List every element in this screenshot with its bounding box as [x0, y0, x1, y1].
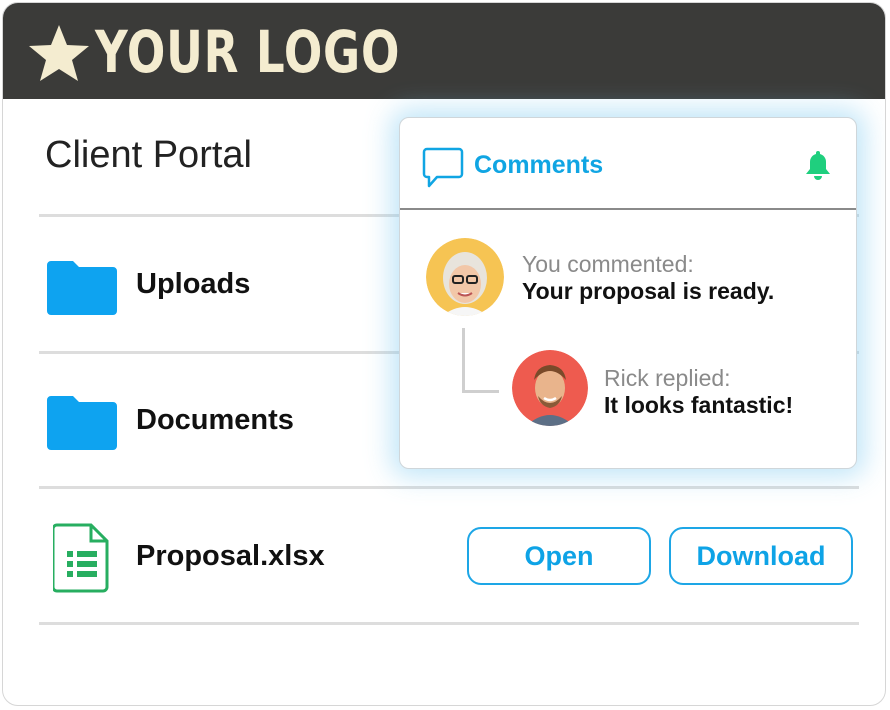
star-logo-icon — [29, 25, 89, 81]
man-avatar — [512, 350, 588, 426]
header-bar: YOUR LOGO — [3, 3, 885, 99]
folder-label-uploads[interactable]: Uploads — [136, 266, 250, 302]
thread-connector — [462, 328, 499, 393]
reply-author: Rick replied: — [604, 365, 731, 391]
woman-avatar — [426, 238, 504, 316]
spreadsheet-file-icon — [53, 523, 109, 593]
page-title: Client Portal — [45, 134, 252, 176]
comments-panel: Comments You commented: Your proposal is… — [399, 117, 857, 469]
logo-text: YOUR LOGO — [95, 18, 401, 86]
folder-icon — [47, 261, 117, 315]
divider — [39, 622, 859, 625]
panel-divider — [400, 208, 856, 210]
speech-bubble-icon — [422, 147, 464, 188]
client-portal-window: YOUR LOGO Client Portal Uploads Document… — [2, 2, 886, 706]
open-button[interactable]: Open — [467, 527, 651, 585]
divider — [39, 486, 859, 489]
folder-icon — [47, 396, 117, 450]
file-label-proposal[interactable]: Proposal.xlsx — [136, 538, 325, 574]
bell-icon[interactable] — [804, 148, 832, 180]
comments-title: Comments — [474, 151, 604, 179]
folder-label-documents[interactable]: Documents — [136, 402, 294, 438]
download-button[interactable]: Download — [669, 527, 853, 585]
comment-author: You commented: — [522, 251, 694, 277]
reply-text: It looks fantastic! — [604, 392, 794, 418]
comment-text: Your proposal is ready. — [522, 278, 775, 304]
